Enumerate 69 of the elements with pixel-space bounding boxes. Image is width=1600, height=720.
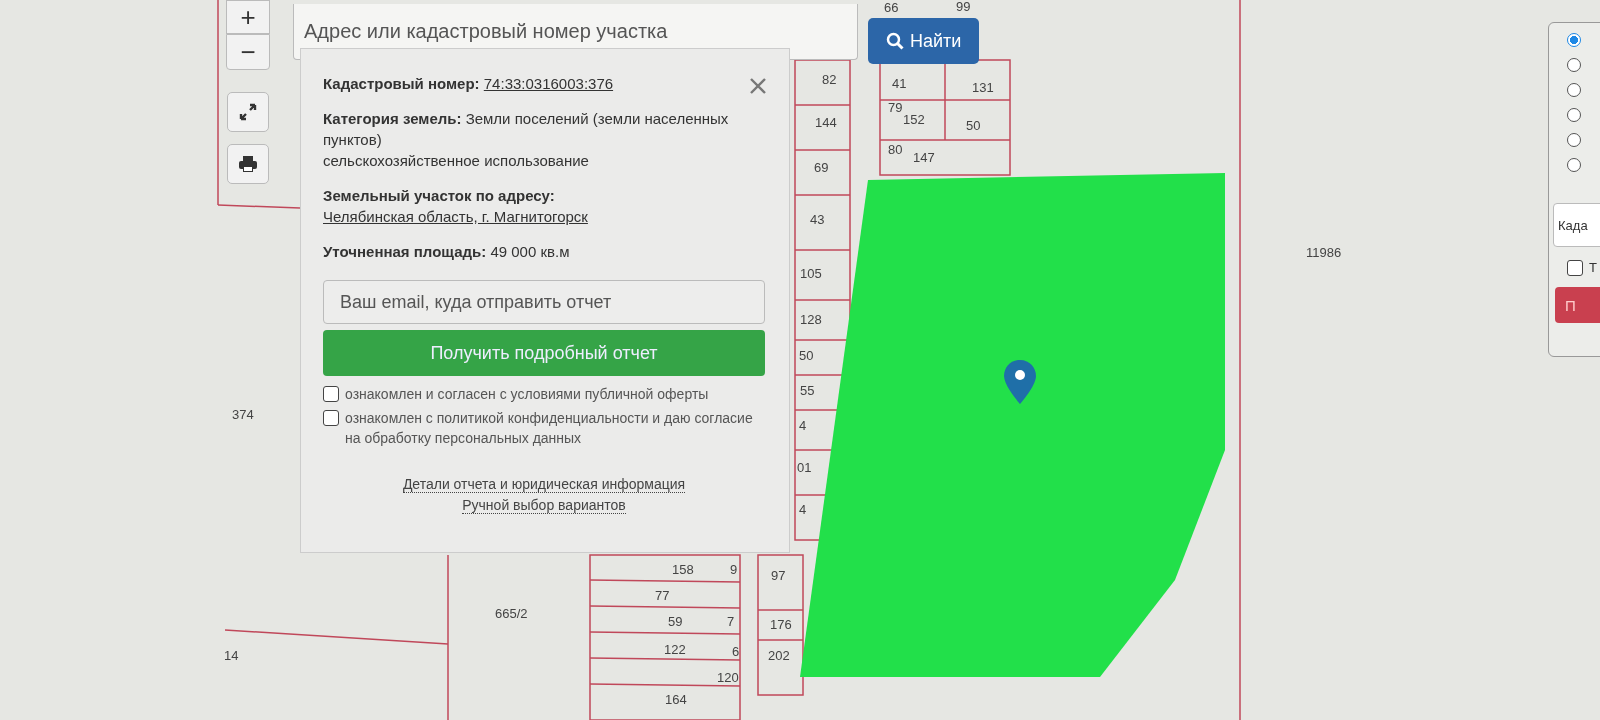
parcel-number: 50 (966, 118, 981, 134)
close-icon[interactable] (749, 77, 767, 95)
printer-icon (238, 155, 258, 173)
map-pin-icon[interactable] (1004, 360, 1036, 404)
checkbox[interactable] (1567, 260, 1583, 276)
zoom-out-button[interactable]: − (226, 34, 270, 70)
parcel-number: 43 (810, 212, 825, 228)
search-button[interactable]: Найти (868, 18, 980, 64)
parcel-number: 99 (956, 0, 971, 15)
cadastral-field[interactable]: Када (1553, 203, 1600, 247)
parcel-number: 176 (770, 617, 792, 633)
parcel-number: 82 (822, 72, 837, 88)
expand-icon (239, 103, 257, 121)
print-button[interactable] (227, 144, 269, 184)
parcel-number: 4 (799, 418, 807, 434)
parcel-number: 55 (800, 383, 815, 399)
radio-button[interactable] (1567, 133, 1581, 147)
parcel-number: 69 (814, 160, 829, 176)
parcel-number: 50 (799, 348, 814, 364)
parcel-number: 77 (655, 588, 670, 604)
email-field[interactable]: Ваш email, куда отправить отчет (323, 280, 765, 324)
parcel-number: 41 (892, 76, 907, 92)
parcel-number: 164 (665, 692, 687, 708)
parcel-number: 14 (224, 648, 239, 664)
parcel-number: 7 (727, 614, 735, 630)
parcel-number: 152 (903, 112, 925, 128)
checkbox-label: Т (1589, 259, 1597, 275)
details-link[interactable]: Ручной выбор вариантов (462, 497, 626, 514)
search-icon (886, 32, 904, 50)
parcel-number: 4 (799, 502, 807, 518)
parcel-number: 97 (771, 568, 786, 584)
parcel-number: 79 (888, 100, 903, 116)
radio-button[interactable] (1567, 58, 1581, 72)
parcel-number: 147 (913, 150, 935, 166)
parcel-number: 144 (815, 115, 837, 131)
info-note: сельскохозяйственное использование (323, 151, 590, 171)
info-row-text: Кадастровый номер: 74:33:0316003:376 (323, 73, 615, 94)
parcel-number: 128 (800, 312, 822, 328)
zoom-in-button[interactable]: + (226, 0, 270, 34)
agreement-label: ознакомлен с политикой конфиденциальности и даю согласие на обработку персональных данных (345, 409, 754, 448)
parcel-number: 202 (768, 648, 790, 664)
radio-button[interactable] (1567, 108, 1581, 122)
parcel-number: 9 (730, 562, 738, 578)
details-link[interactable]: Детали отчета и юридическая информация (402, 476, 686, 493)
parcel-number: 665/2 (495, 606, 528, 622)
parcel-number: 11986 (1306, 245, 1342, 261)
parcel-number: 374 (232, 407, 254, 423)
parcel-number: 122 (664, 642, 686, 658)
agreement-label: ознакомлен и согласен с условиями публичной оферты (345, 385, 709, 404)
radio-button[interactable] (1567, 158, 1581, 172)
info-row-text: Земельный участок по адресу: Челябинская область, г. Магнитогорск (323, 186, 589, 227)
parcel-number: 105 (800, 266, 822, 282)
radio-button[interactable] (1567, 83, 1581, 97)
checkbox[interactable] (323, 410, 339, 426)
parcel-number: 158 (672, 562, 694, 578)
checkbox[interactable] (323, 386, 339, 402)
parcel-number: 120 (717, 670, 739, 686)
info-row-text: Уточненная площадь: 49 000 кв.м (323, 242, 571, 262)
radio-button[interactable] (1567, 33, 1581, 47)
info-link[interactable]: 74:33:0316003:376 (483, 73, 614, 94)
parcel-number: 01 (797, 460, 812, 476)
fullscreen-button[interactable] (227, 92, 269, 132)
parcel-number: 80 (888, 142, 903, 158)
info-link[interactable]: Челябинская область, г. Магнитогорск (323, 206, 588, 227)
parcel-number: 6 (732, 644, 740, 660)
parcel-number: 59 (668, 614, 683, 630)
parcel-number: 131 (972, 80, 994, 96)
parcel-number: 66 (884, 0, 899, 16)
info-row-text: Категория земель: Земли поселений (земли населенных пунктов) (323, 109, 730, 150)
